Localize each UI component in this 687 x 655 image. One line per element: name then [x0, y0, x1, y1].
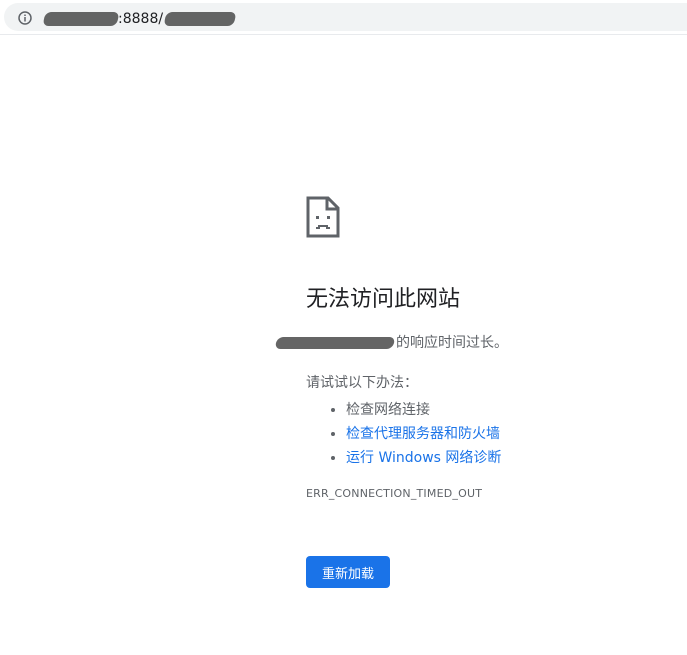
suggestion-check-network: 检查网络连接 [346, 398, 676, 422]
error-content: 无法访问此网站 的响应时间过长。 请试试以下办法： 检查网络连接 检查代理服务器… [274, 196, 676, 588]
error-code: ERR_CONNECTION_TIMED_OUT [306, 487, 483, 500]
suggestion-check-proxy-firewall[interactable]: 检查代理服务器和防火墙 [346, 422, 676, 446]
suggestion-run-diagnostics[interactable]: 运行 Windows 网络诊断 [346, 446, 676, 470]
redacted-host [42, 12, 120, 26]
url-text[interactable]: :8888/ [42, 9, 237, 29]
check-proxy-firewall-link[interactable]: 检查代理服务器和防火墙 [346, 426, 500, 442]
run-network-diagnostics-link[interactable]: 运行 Windows 网络诊断 [346, 450, 501, 466]
redacted-path [163, 12, 237, 26]
reload-button[interactable]: 重新加载 [306, 556, 390, 588]
url-port-path: :8888/ [118, 11, 164, 27]
address-bar: :8888/ [0, 0, 687, 35]
suggestions-intro: 请试试以下办法： [306, 375, 418, 391]
info-icon[interactable] [18, 11, 32, 25]
redacted-hostname [274, 337, 396, 349]
error-summary: 的响应时间过长。 [274, 334, 646, 352]
suggestions-list: 检查网络连接 检查代理服务器和防火墙 运行 Windows 网络诊断 [306, 398, 676, 470]
summary-text: 的响应时间过长。 [396, 335, 508, 351]
sad-page-icon [306, 196, 340, 238]
omnibox[interactable]: :8888/ [4, 3, 687, 31]
error-heading: 无法访问此网站 [306, 287, 461, 312]
